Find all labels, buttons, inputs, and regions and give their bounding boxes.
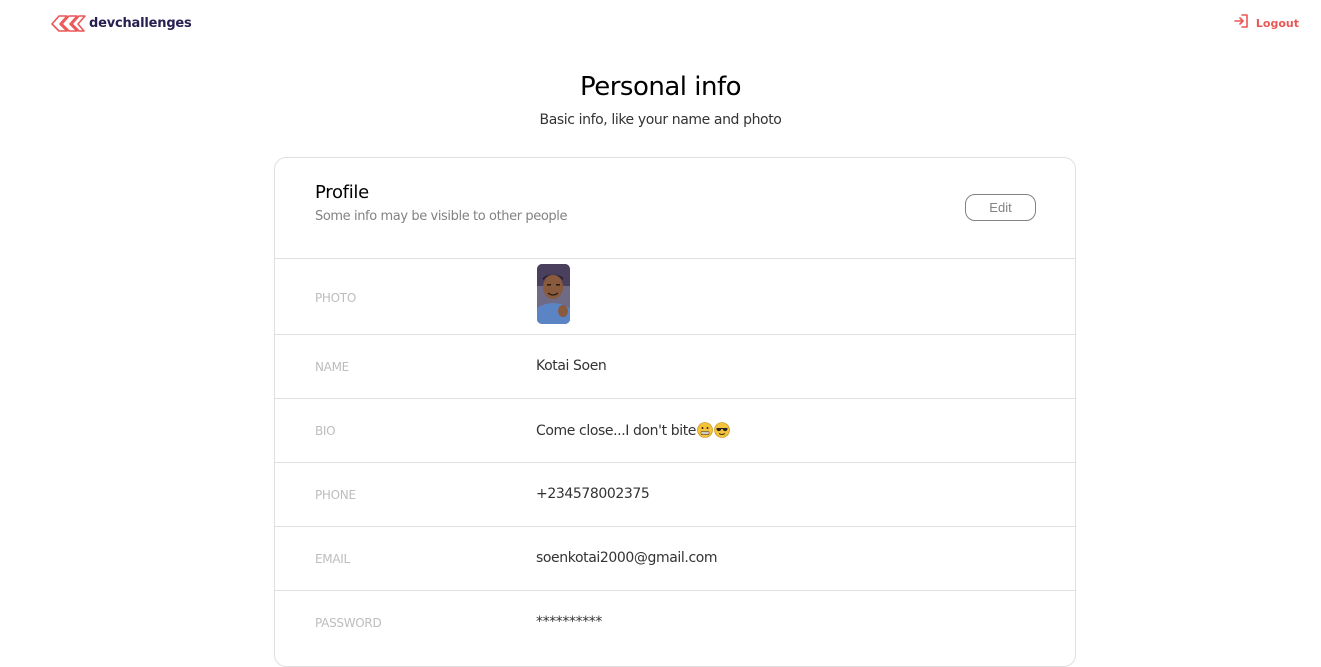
name-label: NAME [315, 360, 349, 374]
photo-row: PHOTO [275, 259, 1075, 335]
password-value: ********** [536, 614, 603, 630]
email-row: EMAIL soenkotai2000@gmail.com [275, 527, 1075, 591]
logout-label: Logout [1255, 17, 1299, 30]
logout-icon [1233, 13, 1249, 34]
brand-name: devchallenges [89, 15, 192, 31]
bio-value: Come close...I don't bite [536, 422, 730, 439]
edit-button[interactable]: Edit [965, 194, 1036, 221]
profile-card-header: Profile Some info may be visible to othe… [275, 158, 1075, 259]
profile-title: Profile [315, 182, 369, 203]
phone-value: +234578002375 [536, 486, 650, 502]
email-value: soenkotai2000@gmail.com [536, 550, 718, 566]
page-title: Personal info [579, 72, 742, 102]
devchallenges-logo-icon [50, 13, 86, 33]
grimacing-emoji-icon [697, 422, 713, 438]
brand-logo[interactable]: devchallenges [50, 12, 192, 34]
phone-row: PHONE +234578002375 [275, 463, 1075, 527]
page-subtitle: Basic info, like your name and photo [539, 112, 782, 128]
logout-button[interactable]: Logout [1233, 13, 1299, 34]
email-label: EMAIL [315, 552, 350, 566]
password-label: PASSWORD [315, 616, 382, 630]
name-value: Kotai Soen [536, 358, 607, 374]
photo-label: PHOTO [315, 291, 356, 305]
bio-text: Come close...I don't bite [536, 423, 697, 439]
profile-description: Some info may be visible to other people [315, 209, 568, 224]
bio-row: BIO Come close...I don't bite [275, 399, 1075, 463]
top-bar: devchallenges Logout [0, 0, 1321, 44]
password-row: PASSWORD ********** [275, 591, 1075, 666]
sunglasses-emoji-icon [714, 422, 730, 438]
profile-card: Profile Some info may be visible to othe… [274, 157, 1076, 667]
avatar [537, 264, 570, 324]
name-row: NAME Kotai Soen [275, 335, 1075, 399]
bio-label: BIO [315, 424, 336, 438]
phone-label: PHONE [315, 488, 356, 502]
